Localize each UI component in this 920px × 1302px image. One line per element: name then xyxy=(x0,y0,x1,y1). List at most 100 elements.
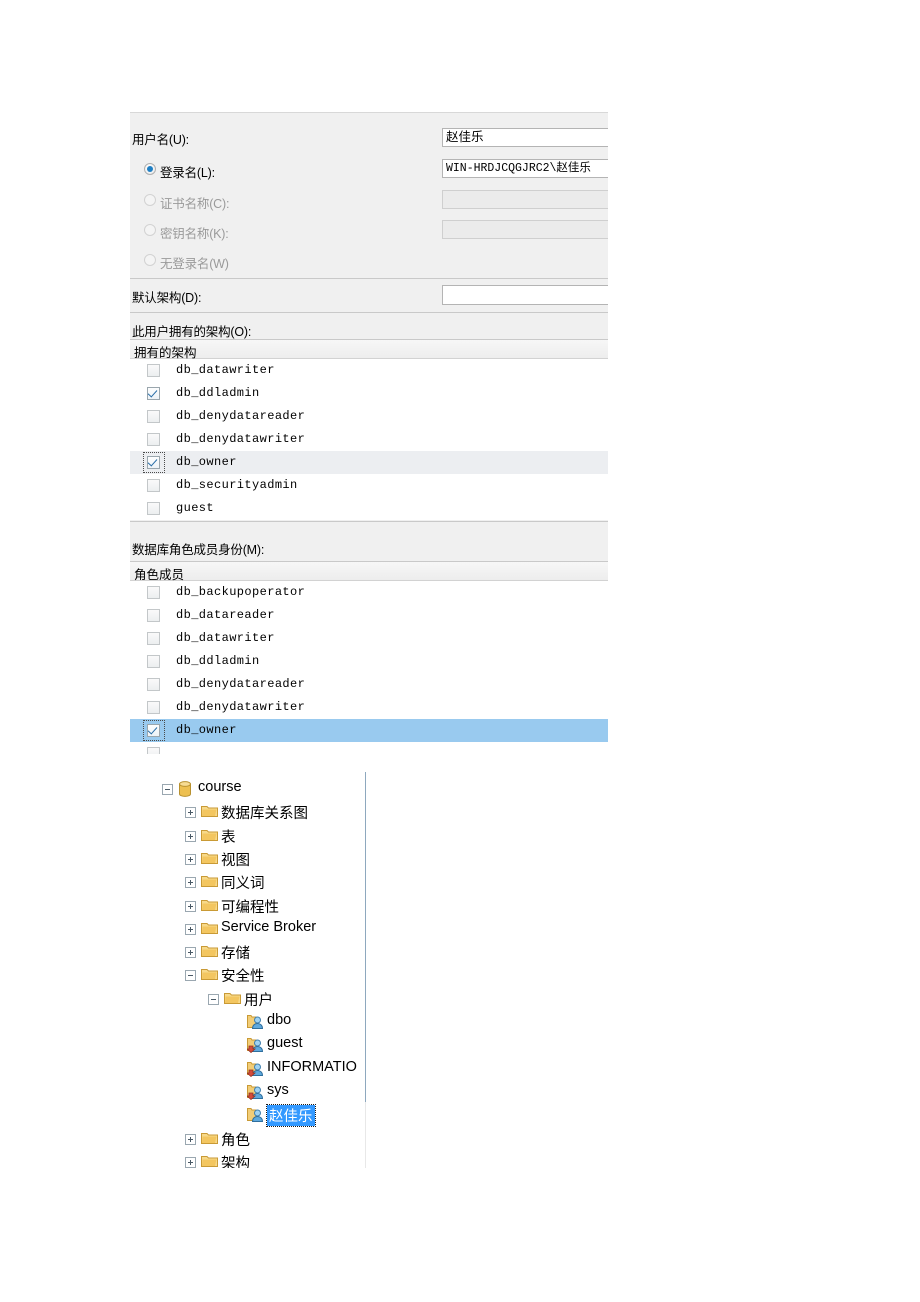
list-row-label: db_owner xyxy=(176,455,237,469)
folder-icon xyxy=(201,804,218,822)
checkbox-unchecked-icon[interactable] xyxy=(147,433,160,446)
tree-panel-border-lower xyxy=(365,1102,366,1168)
divider-above-default-schema xyxy=(130,278,608,279)
login-name-label: 登录名(L): xyxy=(160,166,215,180)
list-row[interactable]: db_denydatawriter xyxy=(130,428,608,451)
tree-node-label: 存储 xyxy=(221,946,250,963)
folder-icon xyxy=(201,967,218,985)
expand-plus-icon[interactable] xyxy=(185,923,196,935)
role-members-list[interactable]: db_backupoperator db_datareader db_datawri… xyxy=(130,581,608,754)
divider-below-schemas xyxy=(130,521,608,522)
tree-node-label: 用户 xyxy=(244,992,273,1009)
tree-node-label: 表 xyxy=(221,829,236,846)
expand-plus-icon[interactable] xyxy=(185,853,196,865)
default-schema-input[interactable] xyxy=(442,285,608,305)
tree-node-label: 可编程性 xyxy=(221,899,279,916)
list-row[interactable]: guest xyxy=(130,497,608,520)
field-row-user-name: 用户名(U): 赵佳乐 xyxy=(130,126,608,148)
database-user-properties-dialog: 用户名(U): 赵佳乐 登录名(L): WIN-HRDJCQGJRC2\赵佳乐 … xyxy=(130,112,608,754)
checkbox-unchecked-icon[interactable] xyxy=(147,655,160,668)
list-row-label: db_securityadmin xyxy=(176,478,298,492)
user-down-icon xyxy=(245,1037,264,1057)
list-row[interactable]: db_securityadmin xyxy=(130,474,608,497)
owned-schemas-caption: 此用户拥有的架构(O): xyxy=(132,325,252,339)
tree-node-label: 视图 xyxy=(221,852,250,869)
tree-node-label: guest xyxy=(267,1035,303,1052)
collapse-minus-icon[interactable] xyxy=(162,784,173,795)
list-row[interactable]: db_backupoperator xyxy=(130,581,608,604)
list-row[interactable]: db_denydatareader xyxy=(130,405,608,428)
login-name-input[interactable]: WIN-HRDJCQGJRC2\赵佳乐 xyxy=(442,159,608,178)
folder-icon xyxy=(201,898,218,916)
checkbox-unchecked-icon[interactable] xyxy=(147,502,160,515)
user-down-icon xyxy=(245,1084,264,1104)
list-row[interactable]: db_datawriter xyxy=(130,359,608,382)
list-row[interactable]: db_datareader xyxy=(130,604,608,627)
owned-schemas-caption-row: 此用户拥有的架构(O): xyxy=(130,318,608,340)
user-name-input[interactable]: 赵佳乐 xyxy=(442,128,608,147)
collapse-minus-icon[interactable] xyxy=(208,993,219,1005)
list-row[interactable]: db_ddladmin xyxy=(130,382,608,405)
folder-icon xyxy=(201,828,218,846)
certificate-name-label: 证书名称(C): xyxy=(160,197,230,211)
checkbox-unchecked-icon[interactable] xyxy=(147,678,160,691)
list-row[interactable]: db_owner xyxy=(130,451,608,474)
list-row-label: db_ddladmin xyxy=(176,386,260,400)
list-row[interactable]: db_ddladmin xyxy=(130,650,608,673)
checkbox-unchecked-icon[interactable] xyxy=(147,701,160,714)
checkbox-unchecked-icon[interactable] xyxy=(147,609,160,622)
folder-icon xyxy=(201,851,218,869)
expand-plus-icon[interactable] xyxy=(185,830,196,842)
list-row[interactable]: db_denydatareader xyxy=(130,673,608,696)
field-row-default-schema: 默认架构(D): xyxy=(130,284,608,306)
tree-node-label: 赵佳乐 xyxy=(266,1104,316,1128)
expand-plus-icon[interactable] xyxy=(185,1156,196,1168)
checkbox-checked-icon[interactable] xyxy=(147,387,160,400)
list-row-partial[interactable] xyxy=(130,742,608,754)
tree-node-label: 架构 xyxy=(221,1155,250,1168)
tree-panel-border xyxy=(365,772,366,1102)
folder-icon xyxy=(201,874,218,892)
expand-plus-icon[interactable] xyxy=(185,877,196,889)
list-row-label: db_datawriter xyxy=(176,631,275,645)
user-down-icon xyxy=(245,1061,264,1081)
folder-icon xyxy=(201,944,218,962)
checkbox-unchecked-icon[interactable] xyxy=(147,747,160,754)
list-row[interactable]: db_owner xyxy=(130,719,608,742)
checkbox-unchecked-icon[interactable] xyxy=(147,364,160,377)
role-members-column-header[interactable]: 角色成员 xyxy=(130,561,608,582)
dialog-top-divider xyxy=(130,112,608,113)
checkbox-unchecked-icon[interactable] xyxy=(147,479,160,492)
expand-plus-icon[interactable] xyxy=(185,947,196,959)
tree-node-label: Service Broker xyxy=(221,918,317,935)
list-row-label: guest xyxy=(176,501,215,515)
tree-node-label: INFORMATIO xyxy=(267,1058,357,1075)
expand-plus-icon[interactable] xyxy=(185,1133,196,1145)
owned-schemas-list[interactable]: db_datawriter db_ddladmin db_denydatareade… xyxy=(130,359,608,520)
checkbox-unchecked-icon[interactable] xyxy=(147,586,160,599)
tree-node-label: course xyxy=(198,779,242,795)
expand-plus-icon[interactable] xyxy=(185,807,196,819)
collapse-minus-icon[interactable] xyxy=(185,970,196,982)
list-row[interactable]: db_denydatawriter xyxy=(130,696,608,719)
expand-plus-icon[interactable] xyxy=(185,900,196,912)
checkbox-unchecked-icon[interactable] xyxy=(147,410,160,423)
tree-node-label: dbo xyxy=(267,1012,292,1028)
focus-rectangle xyxy=(143,720,165,741)
list-row-label: db_datawriter xyxy=(176,363,275,377)
radio-key-name[interactable] xyxy=(144,224,156,236)
focus-rectangle xyxy=(143,452,165,473)
radio-no-login[interactable] xyxy=(144,254,156,266)
owned-schemas-column-header[interactable]: 拥有的架构 xyxy=(130,339,608,360)
folder-icon xyxy=(201,1154,218,1168)
field-row-no-login: 无登录名(W) xyxy=(130,250,608,272)
field-row-login-name: 登录名(L): WIN-HRDJCQGJRC2\赵佳乐 xyxy=(130,159,608,181)
list-row-label: db_denydatareader xyxy=(176,677,306,691)
radio-login-name[interactable] xyxy=(144,163,156,175)
list-row[interactable]: db_datawriter xyxy=(130,627,608,650)
radio-certificate-name[interactable] xyxy=(144,194,156,206)
default-schema-label: 默认架构(D): xyxy=(132,291,202,305)
checkbox-unchecked-icon[interactable] xyxy=(147,632,160,645)
object-explorer-tree[interactable]: course 数据库关系图表视图 同义词 可编程性 Service Broker 存储 安全… xyxy=(100,772,366,1168)
tree-node-label: 安全性 xyxy=(221,969,265,986)
